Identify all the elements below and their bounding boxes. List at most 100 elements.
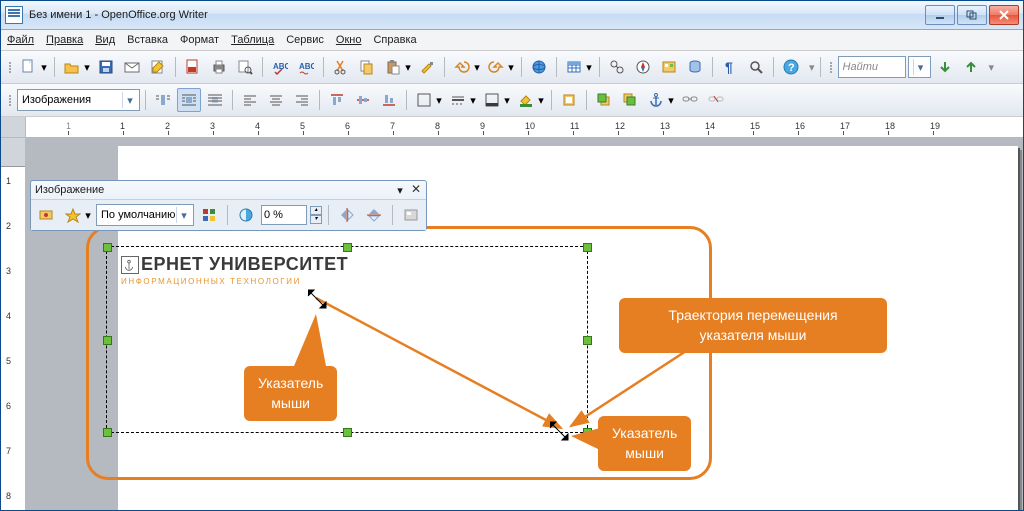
align-bottom-button[interactable] [377, 88, 401, 112]
search-input[interactable]: Найти [838, 56, 906, 78]
ruler-tick: 7 [390, 121, 395, 131]
cut-button[interactable] [329, 55, 353, 79]
image-toolbar-window[interactable]: Изображение ▾ ✕ ▾ По умолчанию▾ 0 % ▴▾ [30, 180, 427, 231]
copy-button[interactable] [355, 55, 379, 79]
ruler-tick-v: 3 [6, 266, 11, 276]
align-top-button[interactable] [325, 88, 349, 112]
line-style-button[interactable]: ▾ [446, 88, 470, 112]
data-sources-button[interactable] [683, 55, 707, 79]
svg-text:ABC: ABC [299, 62, 314, 71]
borders-button[interactable]: ▾ [412, 88, 436, 112]
nonprinting-chars-button[interactable]: ¶ [718, 55, 742, 79]
align-left-button[interactable] [238, 88, 262, 112]
export-pdf-button[interactable] [181, 55, 205, 79]
align-right-button[interactable] [290, 88, 314, 112]
zoom-button[interactable] [744, 55, 768, 79]
link-frames-button[interactable] [678, 88, 702, 112]
ruler-tick-v: 7 [6, 446, 11, 456]
ruler-tick: 16 [795, 121, 805, 131]
bring-front-button[interactable] [592, 88, 616, 112]
wrap-through-button[interactable] [203, 88, 227, 112]
filter-button[interactable] [34, 203, 58, 227]
handle-n[interactable] [343, 243, 352, 252]
open-button[interactable]: ▾ [60, 55, 84, 79]
handle-nw[interactable] [103, 243, 112, 252]
spellcheck-button[interactable]: ABC [268, 55, 292, 79]
auto-spellcheck-button[interactable]: ABC [294, 55, 318, 79]
menu-table[interactable]: Таблица [231, 34, 274, 46]
redo-button[interactable]: ▾ [484, 55, 508, 79]
format-paintbrush-button[interactable] [415, 55, 439, 79]
toolbar-grip-2[interactable] [828, 56, 834, 78]
align-middle-button[interactable] [351, 88, 375, 112]
paste-button[interactable]: ▾ [381, 55, 405, 79]
flip-vertical-button[interactable] [362, 203, 386, 227]
align-center-h-button[interactable] [264, 88, 288, 112]
gallery-button[interactable] [657, 55, 681, 79]
wrap-off-button[interactable] [151, 88, 175, 112]
wrap-page-button[interactable] [177, 88, 201, 112]
graphics-mode-button[interactable]: ▾ [61, 203, 85, 227]
help-button[interactable]: ? [779, 55, 803, 79]
line-color-button[interactable]: ▾ [480, 88, 504, 112]
handle-ne[interactable] [583, 243, 592, 252]
frame-props-button[interactable] [557, 88, 581, 112]
transparency-spinner[interactable]: ▴▾ [310, 206, 322, 224]
maximize-button[interactable] [957, 5, 987, 25]
handle-e[interactable] [583, 336, 592, 345]
image-toolbar-pin-icon[interactable]: ▾ [394, 184, 406, 196]
handle-sw[interactable] [103, 428, 112, 437]
menu-format[interactable]: Формат [180, 34, 219, 46]
image-toolbar-close-button[interactable]: ✕ [410, 184, 422, 196]
menu-help[interactable]: Справка [373, 34, 416, 46]
save-button[interactable] [94, 55, 118, 79]
frame-properties-button[interactable] [399, 203, 423, 227]
menu-file[interactable]: Файл [7, 34, 34, 46]
ruler-tick: 14 [705, 121, 715, 131]
anchor-button[interactable]: ▾ [644, 88, 668, 112]
horizontal-ruler[interactable]: 112345678910111213141516171819 [26, 117, 1023, 137]
formatting-toolbar: Изображения▾ ▾ ▾ ▾ ▾ ▾ [1, 84, 1023, 117]
toolbar-grip-3[interactable] [7, 89, 13, 111]
edit-doc-button[interactable] [146, 55, 170, 79]
menu-window[interactable]: Окно [336, 34, 362, 46]
resize-cursor-icon-2 [548, 420, 570, 442]
handle-w[interactable] [103, 336, 112, 345]
unlink-frames-button[interactable] [704, 88, 728, 112]
toolbar-grip[interactable] [7, 56, 13, 78]
send-back-button[interactable] [618, 88, 642, 112]
navigator-button[interactable] [631, 55, 655, 79]
search-down-button[interactable] [933, 55, 957, 79]
email-button[interactable] [120, 55, 144, 79]
selected-image[interactable]: ЕРНЕТ УНИВЕРСИТЕТ информационных техноло… [121, 254, 348, 286]
color-button[interactable] [197, 203, 221, 227]
print-preview-button[interactable] [233, 55, 257, 79]
minimize-button[interactable] [925, 5, 955, 25]
transparency-field[interactable]: 0 % [261, 205, 307, 225]
menu-edit[interactable]: Правка [46, 34, 83, 46]
ruler-tick-v: 8 [6, 491, 11, 501]
vertical-ruler[interactable]: 12345678 [1, 138, 26, 510]
flip-horizontal-button[interactable] [335, 203, 359, 227]
handle-s[interactable] [343, 428, 352, 437]
find-replace-button[interactable] [605, 55, 629, 79]
menu-service[interactable]: Сервис [286, 34, 324, 46]
ruler-tick-v: 1 [6, 176, 11, 186]
handle-se[interactable] [583, 428, 592, 437]
ruler-tick: 12 [615, 121, 625, 131]
search-up-button[interactable] [959, 55, 983, 79]
style-combo[interactable]: Изображения▾ [17, 89, 140, 111]
menu-insert[interactable]: Вставка [127, 34, 168, 46]
table-button[interactable]: ▾ [562, 55, 586, 79]
undo-button[interactable]: ▾ [450, 55, 474, 79]
menu-view[interactable]: Вид [95, 34, 115, 46]
hyperlink-button[interactable] [527, 55, 551, 79]
graphics-mode-combo[interactable]: По умолчанию▾ [96, 204, 194, 226]
bg-color-button[interactable]: ▾ [514, 88, 538, 112]
close-button[interactable] [989, 5, 1019, 25]
new-doc-button[interactable]: ▾ [17, 55, 41, 79]
image-toolbar-title: Изображение [35, 184, 104, 196]
print-button[interactable] [207, 55, 231, 79]
document-canvas[interactable]: ЕРНЕТ УНИВЕРСИТЕТ информационных техноло… [26, 138, 1023, 510]
search-dropdown[interactable]: ▾ [908, 56, 931, 78]
